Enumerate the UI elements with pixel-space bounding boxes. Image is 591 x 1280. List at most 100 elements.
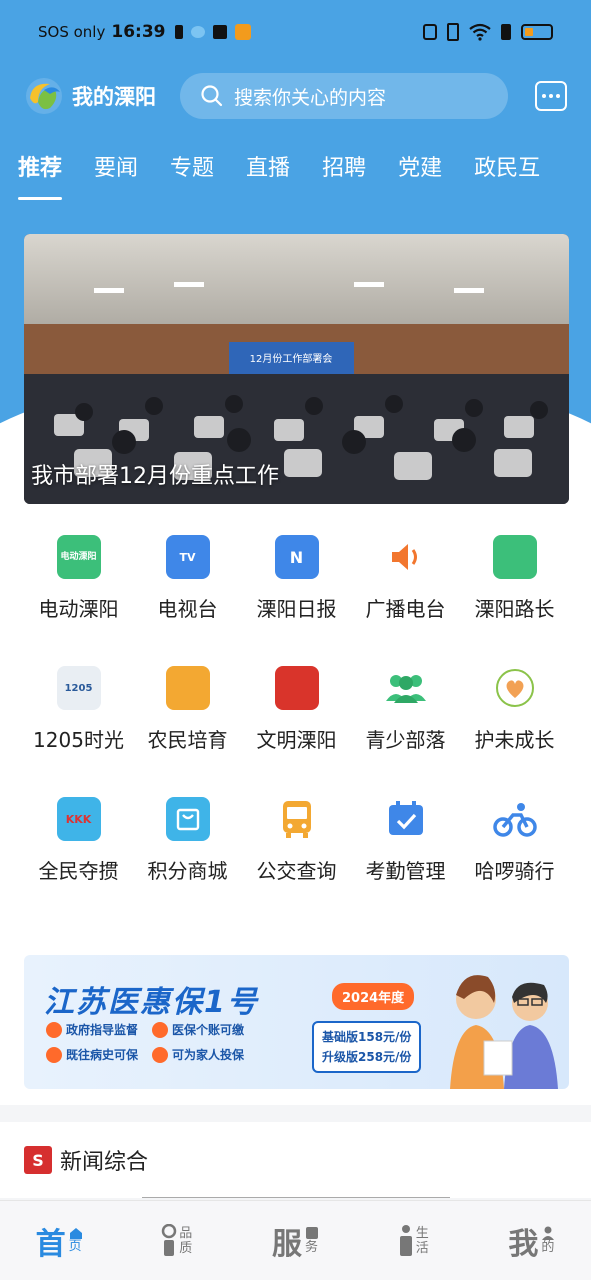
service-item[interactable]: 广播电台 [351,535,460,622]
service-item[interactable]: 溧阳路长 [460,535,569,622]
calendar-check-icon [384,797,428,841]
service-label: 公交查询 [256,859,337,883]
heart-leaf-icon [493,666,537,710]
nav-home-label: 首 [35,1226,66,1262]
service-item[interactable]: 电动溧阳 电动溧阳 [24,535,133,622]
tab-party[interactable]: 党建 [398,150,442,200]
service-item[interactable]: 考勤管理 [351,797,460,884]
service-icon [306,1227,318,1239]
service-label: 考勤管理 [365,859,446,883]
bottom-nav: 首 页 品质 服 务 生活 我 的 [0,1200,591,1280]
bus-icon [275,797,319,841]
service-label: 1205时光 [33,728,124,752]
service-item[interactable]: TV 电视台 [133,535,242,622]
news-section-header[interactable]: S 新闻综合 [0,1122,591,1198]
service-label: 电动溧阳 [38,597,119,621]
channel-tabs: 推荐 要闻 专题 直播 招聘 党建 政民互 [0,150,591,200]
service-label: 哈啰骑行 [474,859,555,883]
service-item[interactable]: 积分商城 [133,797,242,884]
carrier-text: SOS only [38,23,106,41]
service-item[interactable]: 农民培育 [133,666,242,753]
message-icon [542,94,546,98]
speaker-icon [384,535,428,579]
news-section-title: 新闻综合 [60,1150,149,1175]
search-placeholder: 搜索你关心的内容 [234,86,387,109]
tab-gov-interaction[interactable]: 政民互 [474,150,540,200]
nav-home[interactable]: 首 页 [0,1201,118,1280]
pin-icon [162,1223,177,1256]
app-logo[interactable]: 我的溧阳 [24,76,156,116]
user-icon [542,1226,555,1240]
app-notification-icon [235,24,252,40]
battery-icon [521,24,553,40]
banner-caption: 我市部署12月份重点工作 [31,464,279,489]
search-input[interactable]: 搜索你关心的内容 [180,73,508,119]
service-label: 护未成长 [474,728,555,752]
tv-icon: TV [165,535,210,579]
tab-topics[interactable]: 专题 [170,150,214,200]
ad-illustration [450,975,558,1089]
wheat-book-icon [165,666,210,710]
message-button[interactable] [535,81,567,111]
service-item[interactable]: 青少部落 [351,666,460,753]
service-label: 青少部落 [365,728,446,752]
bike-icon [492,797,537,841]
clock: 16:39 [111,22,166,42]
shopping-bag-icon [165,797,210,841]
news-logo-icon: S [24,1146,52,1174]
service-label: 溧阳日报 [256,597,337,621]
service-label: 文明溧阳 [256,728,337,752]
service-item[interactable]: 文明溧阳 [242,666,351,753]
service-item[interactable]: KKK 全民夺掼 [24,797,133,884]
service-item[interactable]: N 溧阳日报 [242,535,351,622]
ad-title: 江苏医惠保1号 [44,985,259,1020]
check-icon [152,1046,169,1063]
ad-price-box: 基础版158元/份 升级版258元/份 [312,1021,422,1073]
service-item[interactable]: 1205 1205时光 [24,666,133,753]
service-label: 广播电台 [365,597,446,621]
tab-jobs[interactable]: 招聘 [322,150,366,200]
divider [142,1197,450,1198]
ad-price-basic: 基础版158元/份 [322,1030,412,1044]
vibrate-icon [447,23,459,41]
pencils-icon: 1205 [56,666,101,710]
civilization-icon [274,666,319,710]
newspaper-icon: N [274,535,319,579]
service-label: 积分商城 [147,859,228,883]
nav-mine-label: 我 [508,1226,539,1262]
service-label: 溧阳路长 [474,597,555,621]
nav-mine[interactable]: 我 的 [473,1201,591,1280]
nav-life[interactable]: 生活 [355,1201,473,1280]
group-icon [384,666,428,710]
nav-service[interactable]: 服 务 [236,1201,354,1280]
search-icon [201,85,223,107]
ad-tag: 政府指导监督 [46,1021,138,1038]
check-icon [46,1046,62,1063]
tab-live[interactable]: 直播 [246,150,290,200]
road-icon [492,535,537,579]
insurance-ad-banner[interactable]: 江苏医惠保1号 2024年度 政府指导监督 医保个账可缴 既往病史可保 可为家人… [24,955,569,1089]
ad-year-badge: 2024年度 [332,983,415,1010]
logo-icon [26,78,62,114]
home-icon [69,1228,82,1239]
banner-screen-text: 12月份工作部署会 [250,352,333,365]
headline-banner[interactable]: 12月份工作部署会 我市部署12月份重点工作 [24,234,569,504]
service-grid: 电动溧阳 电动溧阳 TV 电视台 N 溧阳日报 广播电台 溧阳路长 1205 1205时… [24,535,569,884]
service-item[interactable]: 哈啰骑行 [460,797,569,884]
tab-headlines[interactable]: 要闻 [94,150,138,200]
service-label: 农民培育 [147,728,228,752]
nav-quality[interactable]: 品质 [118,1201,236,1280]
service-label: 电视台 [157,597,218,621]
dianli-icon: 电动溧阳 [56,535,101,579]
ad-tag: 可为家人投保 [152,1046,244,1063]
service-label: 全民夺掼 [38,859,119,883]
service-item[interactable]: 护未成长 [460,666,569,753]
status-bar: SOS only 16:39 [0,0,591,64]
tab-recommend[interactable]: 推荐 [18,150,63,200]
check-icon [46,1021,62,1038]
weather-icon [191,26,206,38]
info-icon [399,1224,412,1256]
ad-tag: 医保个账可缴 [152,1021,244,1038]
nfc-icon [423,24,437,40]
service-item[interactable]: 公交查询 [242,797,351,884]
